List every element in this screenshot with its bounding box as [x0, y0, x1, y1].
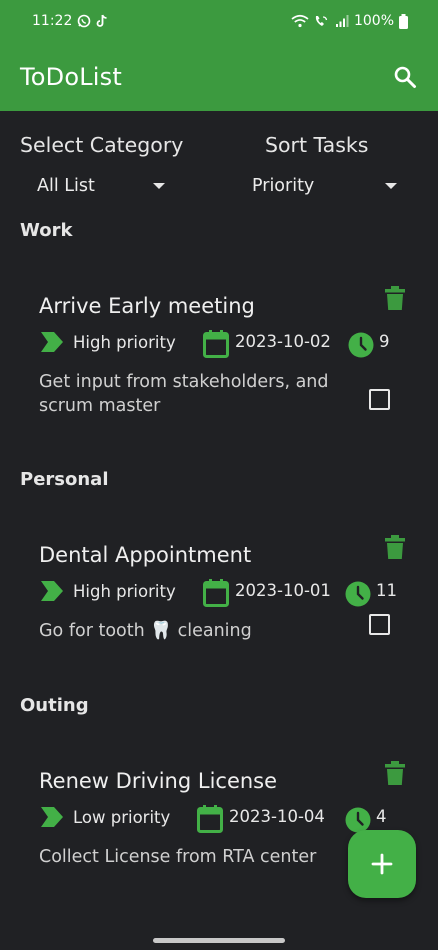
sort-value: Priority: [252, 176, 315, 196]
search-button[interactable]: [390, 62, 420, 92]
search-icon: [394, 66, 416, 88]
status-bar: 11:22 100%: [0, 0, 438, 42]
dropdown-arrow-icon: [153, 183, 165, 189]
task-title: Arrive Early meeting: [39, 294, 255, 318]
trash-icon: [385, 535, 405, 559]
signal-icon: [335, 14, 349, 28]
battery-icon: [399, 13, 408, 29]
whatsapp-icon: [77, 14, 91, 28]
app-title: ToDoList: [20, 62, 122, 91]
battery-percent: 100%: [353, 13, 394, 29]
task-title: Dental Appointment: [39, 543, 252, 567]
task-card[interactable]: Arrive Early meeting High priority 2023-…: [0, 286, 438, 424]
status-time: 11:22: [32, 13, 73, 29]
priority-label: Low priority: [73, 807, 171, 827]
task-title: Renew Driving License: [39, 769, 278, 793]
task-description: Get input from stakeholders, and scrum m…: [39, 372, 329, 416]
trash-icon: [385, 286, 405, 310]
section-title-personal: Personal: [20, 469, 109, 490]
task-date: 2023-10-02: [235, 332, 331, 351]
clock-icon: [345, 581, 371, 607]
section-title-outing: Outing: [20, 695, 89, 716]
task-checkbox[interactable]: [369, 614, 390, 635]
task-description: Collect License from RTA center: [39, 847, 317, 867]
task-date: 2023-10-01: [235, 581, 331, 600]
wifi-calling-icon: [314, 14, 330, 28]
task-duration: 9: [379, 332, 390, 351]
delete-button[interactable]: [382, 759, 408, 787]
category-label: Select Category: [20, 133, 184, 157]
calendar-icon: [203, 579, 229, 607]
trash-icon: [385, 761, 405, 785]
calendar-icon: [197, 805, 223, 833]
category-value: All List: [37, 176, 95, 196]
sort-dropdown[interactable]: Priority: [252, 172, 397, 200]
gesture-nav-handle[interactable]: [153, 938, 285, 943]
task-duration: 11: [376, 581, 397, 600]
clock-icon: [348, 332, 374, 358]
task-duration: 4: [376, 807, 387, 826]
plus-icon: [371, 853, 393, 875]
priority-icon: [41, 581, 63, 601]
sort-label: Sort Tasks: [265, 133, 369, 157]
priority-label: High priority: [73, 332, 176, 352]
delete-button[interactable]: [382, 284, 408, 312]
priority-label: High priority: [73, 581, 176, 601]
app-bar: ToDoList: [0, 42, 438, 111]
task-checkbox[interactable]: [369, 389, 390, 410]
task-date: 2023-10-04: [229, 807, 325, 826]
filters-bar: Select Category Sort Tasks All List Prio…: [0, 130, 438, 200]
priority-icon: [41, 807, 63, 827]
tiktok-icon: [96, 14, 108, 28]
wifi-icon: [291, 14, 309, 28]
calendar-icon: [203, 330, 229, 358]
section-title-work: Work: [20, 220, 73, 241]
priority-icon: [41, 332, 63, 352]
task-priority: Low priority: [41, 804, 170, 830]
task-priority: High priority: [41, 578, 176, 604]
add-task-button[interactable]: [348, 830, 416, 898]
task-description: Go for tooth 🦷 cleaning: [39, 621, 252, 641]
task-card[interactable]: Dental Appointment High priority 2023-10…: [0, 535, 438, 653]
task-priority: High priority: [41, 329, 176, 355]
category-dropdown[interactable]: All List: [37, 172, 165, 200]
dropdown-arrow-icon: [385, 183, 397, 189]
delete-button[interactable]: [382, 533, 408, 561]
